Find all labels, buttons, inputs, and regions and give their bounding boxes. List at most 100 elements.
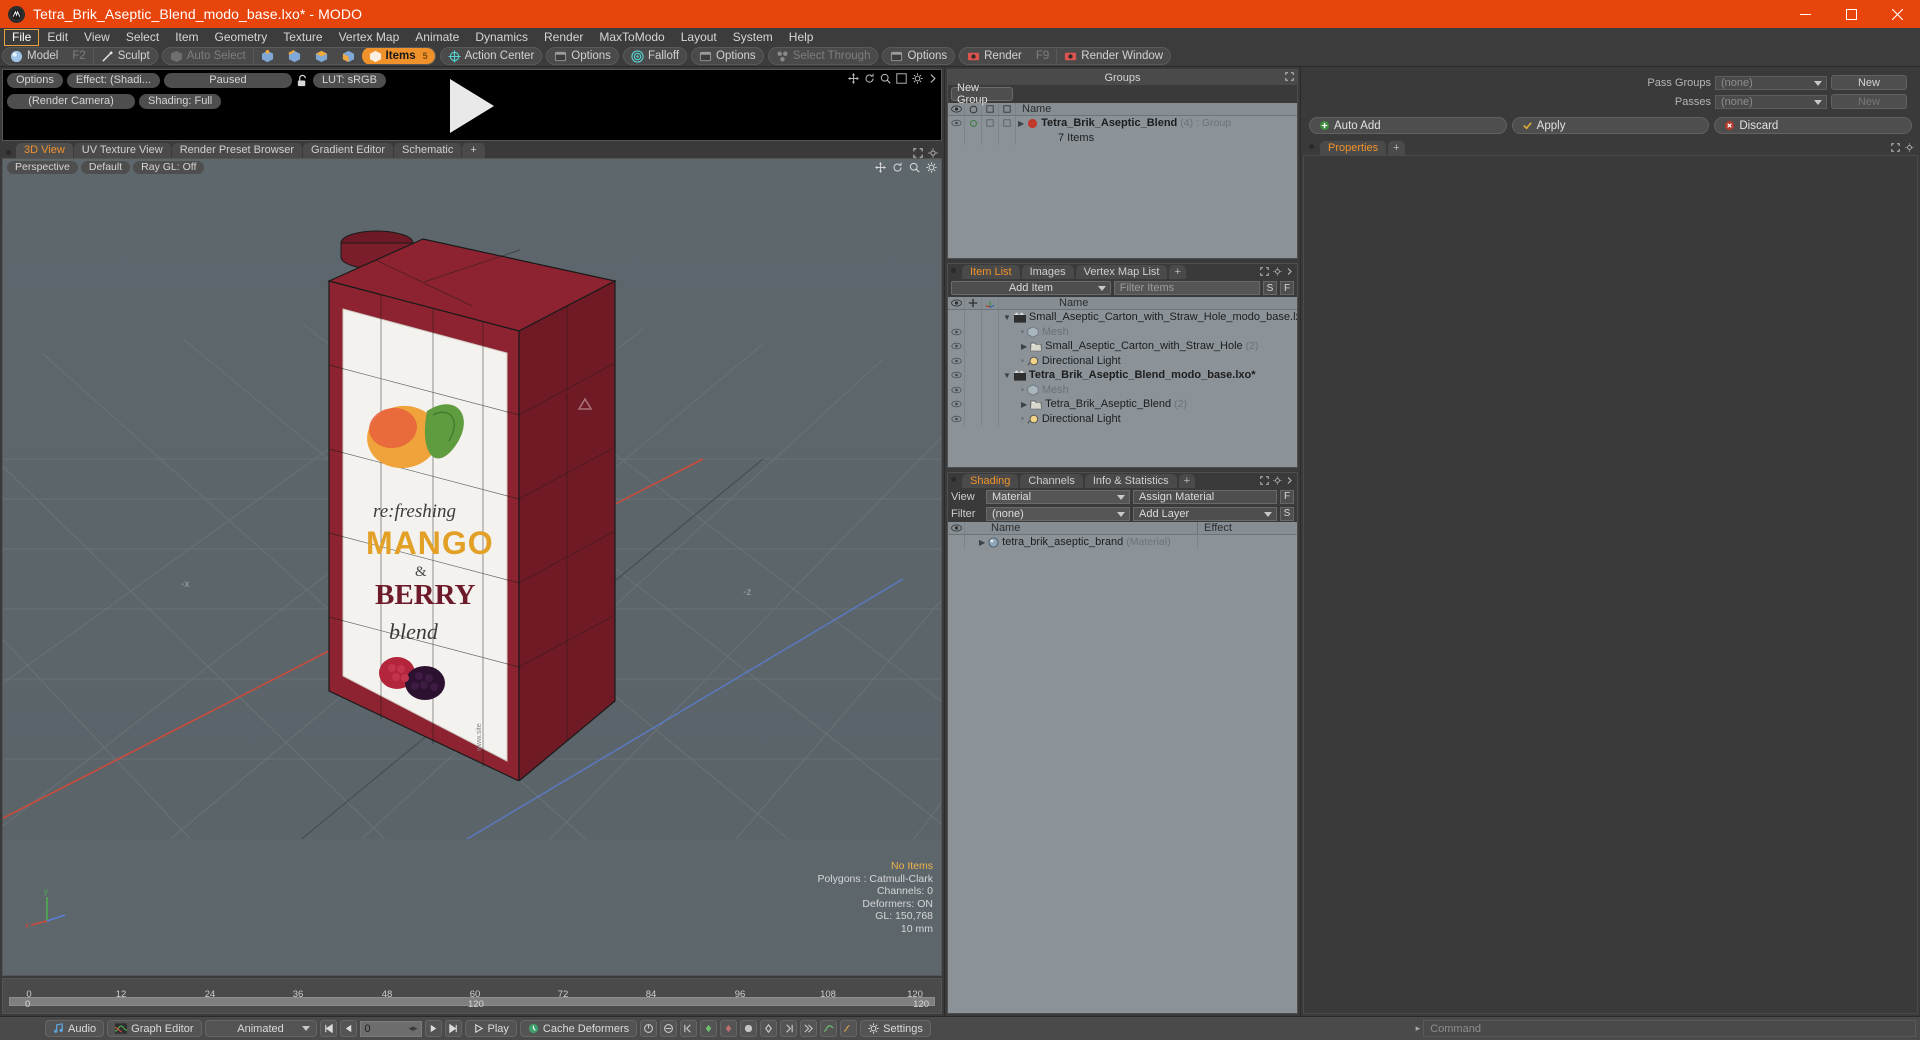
row-lock-toggle[interactable] (965, 353, 982, 368)
tab-uv-texture-view[interactable]: UV Texture View (73, 143, 171, 158)
row-eye-toggle[interactable] (948, 411, 965, 426)
deformer-toggle-2-icon[interactable] (660, 1020, 678, 1037)
row-axis-toggle[interactable] (982, 324, 999, 339)
render-button[interactable]: Render (960, 48, 1029, 64)
gear-icon[interactable] (912, 73, 923, 84)
expand-arrow-icon[interactable]: ▶ (1021, 400, 1027, 409)
preview-effect-button[interactable]: Effect: (Shadi... (66, 73, 160, 88)
menu-file[interactable]: File (4, 28, 40, 46)
item-list-row[interactable]: ▪ Directional Light (948, 411, 1297, 426)
model-mode-button[interactable]: Model (3, 48, 65, 64)
row-axis-toggle[interactable] (982, 397, 999, 412)
shading-row[interactable]: ▶ tetra_brik_aseptic_brand (Material) (948, 535, 1297, 550)
key-remove-icon[interactable] (720, 1020, 738, 1037)
select-through-button[interactable]: Select Through (769, 48, 878, 64)
graph-editor-button[interactable]: Graph Editor (107, 1020, 202, 1037)
chevron-down-icon[interactable] (1117, 494, 1125, 500)
filter-dropdown[interactable]: (none) (986, 506, 1130, 521)
options-button-1[interactable]: Options (547, 48, 618, 64)
timeline[interactable]: 0 12 24 36 48 60 72 84 96 108 120 0 120 … (2, 978, 942, 1014)
tetra-brik-carton-model[interactable]: re:freshing MANGO & BERRY blend www.site (293, 221, 693, 781)
fit-icon[interactable] (896, 73, 907, 84)
step-forward-icon[interactable] (424, 1020, 442, 1037)
add-item-button[interactable]: Add Item (951, 281, 1111, 295)
material-select-button[interactable] (335, 48, 362, 64)
command-arrow-icon[interactable]: ▸ (1416, 1023, 1421, 1034)
options-button-2[interactable]: Options (692, 48, 763, 64)
skip-end-icon[interactable] (444, 1020, 462, 1037)
item-row-name-cell[interactable]: ▶ Small_Aseptic_Carton_with_Straw_Hole (2) (999, 340, 1297, 352)
tab-channels[interactable]: Channels (1020, 473, 1083, 488)
row-axis-toggle[interactable] (982, 339, 999, 354)
arrow-right-icon[interactable] (928, 73, 937, 84)
item-list-row[interactable]: ▶ Tetra_Brik_Aseptic_Blend (2) (948, 397, 1297, 412)
auto-add-button[interactable]: Auto Add (1309, 117, 1507, 134)
tab-add[interactable]: + (1169, 264, 1186, 279)
maximize-icon[interactable] (1260, 267, 1269, 276)
row-axis-toggle[interactable] (982, 382, 999, 397)
apply-button[interactable]: Apply (1511, 117, 1710, 134)
row-lock-toggle[interactable] (965, 339, 982, 354)
tab-add[interactable]: + (1388, 140, 1405, 155)
groups-row-name-cell[interactable]: ▶ Tetra_Brik_Aseptic_Blend (4) : Group (1016, 117, 1297, 129)
maximize-button[interactable] (1828, 0, 1874, 28)
maximize-icon[interactable] (1260, 476, 1269, 485)
item-row-name-cell[interactable]: ▼ Small_Aseptic_Carton_with_Straw_Hole_mo… (999, 311, 1297, 323)
record-icon[interactable] (740, 1020, 758, 1037)
row-lock-toggle[interactable] (965, 397, 982, 412)
row-lock-toggle[interactable] (982, 116, 999, 131)
row-axis-toggle[interactable] (982, 411, 999, 426)
menu-select[interactable]: Select (118, 29, 167, 46)
chevron-down-icon[interactable] (1814, 80, 1822, 86)
row-eye-toggle[interactable] (948, 382, 965, 397)
new-group-button[interactable]: New Group (951, 82, 1013, 106)
refresh-icon[interactable] (864, 73, 875, 84)
menu-edit[interactable]: Edit (39, 29, 76, 46)
expand-arrow-icon[interactable]: ▶ (1018, 119, 1024, 128)
sculpt-mode-button[interactable]: Sculpt (94, 48, 157, 64)
viewport-gear-icon[interactable] (928, 148, 938, 158)
row-eye-toggle[interactable] (948, 368, 965, 383)
item-list-row[interactable]: ▪ Directional Light (948, 353, 1297, 368)
item-list-row[interactable]: ▼ Tetra_Brik_Aseptic_Blend_modo_base.lxo* (948, 368, 1297, 383)
gear-icon[interactable] (926, 161, 937, 173)
tab-shading[interactable]: Shading (962, 473, 1019, 488)
item-row-name-cell[interactable]: ▪ Directional Light (999, 413, 1297, 425)
expand-arrow-icon[interactable]: ▶ (1021, 342, 1027, 351)
move-icon[interactable] (875, 161, 886, 173)
key-add-icon[interactable] (700, 1020, 718, 1037)
view-dropdown[interactable]: Material (986, 489, 1130, 504)
collapse-arrow-icon[interactable]: ▼ (1003, 371, 1011, 380)
tab-3d-view[interactable]: 3D View (16, 143, 73, 158)
item-row-name-cell[interactable]: ▪ Directional Light (999, 355, 1297, 367)
panel-menu-dot[interactable] (951, 267, 956, 273)
items-select-button[interactable]: Items 5 (361, 48, 435, 64)
groups-list-body[interactable]: ▶ Tetra_Brik_Aseptic_Blend (4) : Group 7… (948, 116, 1297, 258)
passes-new-button[interactable]: New (1831, 94, 1907, 109)
deformer-toggle-1-icon[interactable] (640, 1020, 658, 1037)
row-lock-toggle[interactable] (965, 411, 982, 426)
zoom-icon[interactable] (909, 162, 920, 173)
menu-texture[interactable]: Texture (275, 29, 330, 46)
close-button[interactable] (1874, 0, 1920, 28)
chevron-down-icon[interactable] (301, 1026, 310, 1031)
frame-stepper-icon[interactable]: ◂▸ (408, 1023, 417, 1034)
chevron-down-icon[interactable] (1814, 99, 1822, 105)
menu-maxtomodo[interactable]: MaxToModo (591, 29, 672, 46)
tab-add[interactable]: + (1178, 473, 1196, 488)
pass-groups-new-button[interactable]: New (1831, 75, 1907, 90)
menu-dynamics[interactable]: Dynamics (467, 29, 536, 46)
tab-render-preset-browser[interactable]: Render Preset Browser (171, 143, 303, 158)
expand-arrow-icon[interactable]: ▶ (979, 538, 985, 547)
pass-groups-dropdown[interactable]: (none) (1715, 75, 1827, 90)
row-lock-toggle[interactable] (965, 382, 982, 397)
item-list-row[interactable]: ▶ Small_Aseptic_Carton_with_Straw_Hole (2) (948, 339, 1297, 354)
tab-schematic[interactable]: Schematic (394, 143, 462, 158)
move-icon[interactable] (848, 73, 859, 84)
add-layer-button[interactable]: Add Layer (1133, 506, 1277, 521)
viewport-perspective-button[interactable]: Perspective (7, 160, 78, 174)
audio-button[interactable]: Audio (45, 1020, 105, 1037)
assign-material-button[interactable]: Assign Material (1133, 489, 1277, 504)
row-eye-toggle[interactable] (948, 397, 965, 412)
chevron-down-icon[interactable] (1264, 511, 1272, 517)
